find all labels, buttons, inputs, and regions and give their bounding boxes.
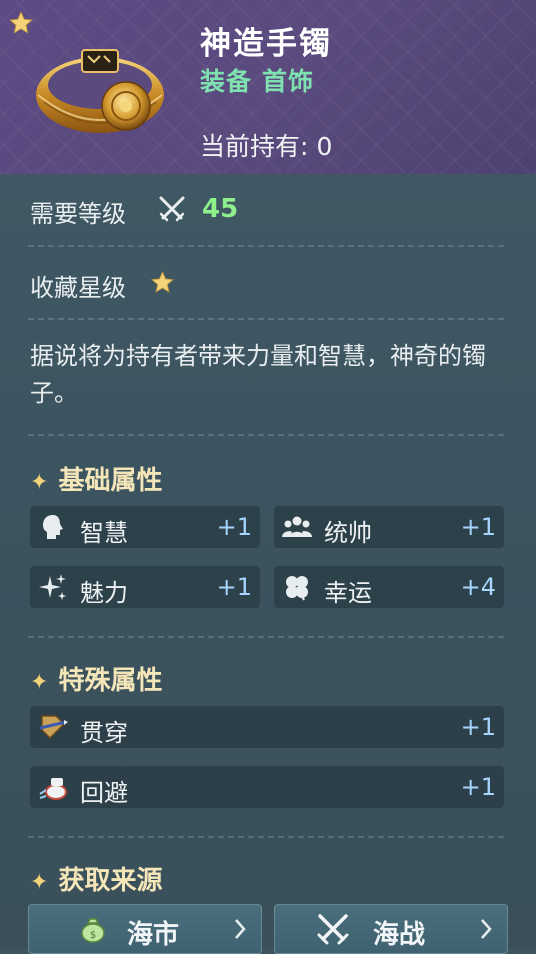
bracelet-item-image xyxy=(36,49,164,133)
owned-count-row: 当前持有: 0 xyxy=(200,127,332,163)
item-category: 装备 首饰 xyxy=(200,62,324,98)
stat-name: 统帅 xyxy=(324,519,372,547)
source-label: 海市 xyxy=(127,920,180,950)
item-detail-panel: 神造手镯 装备 首饰 当前持有: 0 需要等级 45 收藏星级 据说将为持有者带来力… xyxy=(0,0,536,954)
stat-value: +1 xyxy=(216,573,252,601)
item-header: 神造手镯 装备 首饰 当前持有: 0 xyxy=(0,0,536,174)
owned-count: 0 xyxy=(316,132,333,161)
stat-leadership: 统帅 +1 xyxy=(274,506,504,548)
base-attributes-title: ✦ 基础属性 xyxy=(30,460,162,497)
stat-name: 幸运 xyxy=(324,579,372,607)
stat-luck: 幸运 +4 xyxy=(274,566,504,608)
stat-name: 贯穿 xyxy=(80,719,128,747)
stat-name: 回避 xyxy=(80,779,128,807)
stat-value: +1 xyxy=(460,773,496,801)
source-label: 海战 xyxy=(373,920,426,950)
stat-pierce: 贯穿 +1 xyxy=(30,706,504,748)
stat-value: +1 xyxy=(460,513,496,541)
special-attributes-title: ✦ 特殊属性 xyxy=(30,660,162,697)
stat-value: +1 xyxy=(460,713,496,741)
sources-title: ✦ 获取来源 xyxy=(30,860,162,897)
level-label: 需要等级 xyxy=(30,200,126,228)
category-subtype: 首饰 xyxy=(262,67,315,96)
collection-star-icon xyxy=(151,271,174,293)
category-type: 装备 xyxy=(200,67,253,96)
chevron-right-icon xyxy=(235,919,246,939)
stat-evade: 回避 +1 xyxy=(30,766,504,808)
item-title: 神造手镯 xyxy=(200,26,332,62)
wisdom-head-icon xyxy=(43,515,63,539)
stat-value: +1 xyxy=(216,513,252,541)
divider xyxy=(28,245,504,247)
rarity-star-icon xyxy=(9,11,33,34)
collection-label: 收藏星级 xyxy=(30,274,126,302)
stat-value: +4 xyxy=(460,573,496,601)
divider xyxy=(28,318,504,320)
sparkle-icon: ✦ xyxy=(30,670,49,695)
stat-name: 魅力 xyxy=(80,579,128,607)
sparkle-icon: ✦ xyxy=(30,870,49,895)
sources-title-text: 获取来源 xyxy=(58,866,163,896)
svg-text:$: $ xyxy=(90,930,96,941)
pierce-icon xyxy=(39,715,68,740)
divider xyxy=(28,836,504,838)
source-naval-battle-button[interactable]: 海战 xyxy=(274,904,508,954)
luck-clover-icon xyxy=(286,576,308,601)
level-value: 45 xyxy=(202,194,239,224)
owned-label: 当前持有: xyxy=(200,132,309,161)
stat-wisdom: 智慧 +1 xyxy=(30,506,260,548)
crossed-swords-icon xyxy=(159,196,185,222)
charm-sparkle-icon xyxy=(39,574,66,600)
leadership-group-icon xyxy=(282,516,312,537)
divider xyxy=(28,636,504,638)
money-bag-icon: $ xyxy=(81,918,105,943)
item-description: 据说将为持有者带来力量和智慧，神奇的镯子。 xyxy=(30,342,486,407)
evade-icon xyxy=(39,778,67,800)
divider xyxy=(28,434,504,436)
chevron-right-icon xyxy=(481,919,492,939)
stat-charm: 魅力 +1 xyxy=(30,566,260,608)
special-attributes-title-text: 特殊属性 xyxy=(58,666,163,696)
sparkle-icon: ✦ xyxy=(30,470,49,495)
stat-name: 智慧 xyxy=(80,519,128,547)
base-attributes-title-text: 基础属性 xyxy=(58,466,163,496)
crossed-swords-icon xyxy=(317,914,349,945)
source-market-button[interactable]: $ 海市 xyxy=(28,904,262,954)
